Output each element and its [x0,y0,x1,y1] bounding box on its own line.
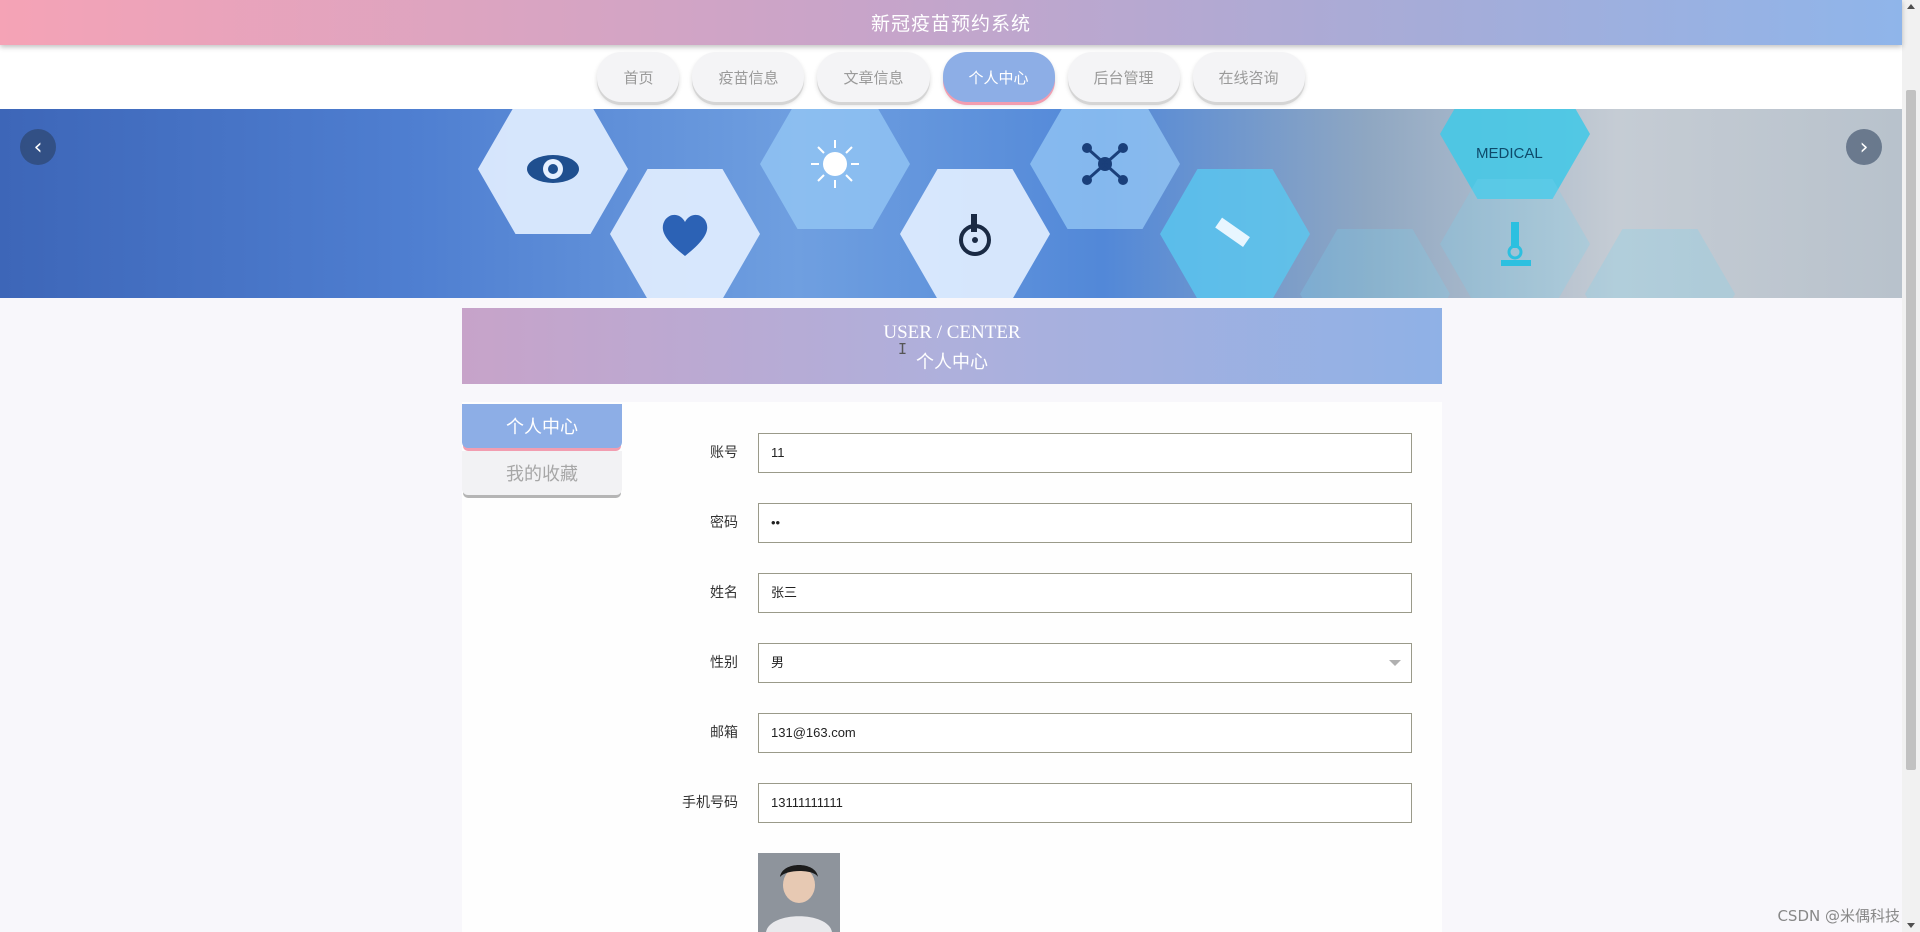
text-cursor-icon: I [898,340,908,358]
nav-item-admin[interactable]: 后台管理 [1067,52,1180,102]
account-field[interactable]: 11 [758,433,1412,473]
email-field[interactable]: 131@163.com [758,713,1412,753]
gender-select[interactable]: 男 [758,643,1412,683]
form-row-gender: 性别 男 [660,643,1412,683]
scroll-down-icon[interactable] [1907,923,1915,928]
email-label: 邮箱 [710,725,738,741]
section-title-en: USER / CENTER [883,322,1021,343]
name-label: 姓名 [710,585,738,601]
user-form: 账号 11 密码 •• 姓名 张三 性别 男 邮箱 131@163.com 手机… [660,433,1412,853]
form-row-email: 邮箱 131@163.com [660,713,1412,753]
scroll-up-icon[interactable] [1907,4,1915,9]
side-item-favorites[interactable]: 我的收藏 [462,451,622,495]
watermark: CSDN @米偶科技 [1777,907,1900,925]
form-row-password: 密码 •• [660,503,1412,543]
phone-label: 手机号码 [682,795,738,811]
avatar-image [758,853,840,932]
gender-label: 性别 [710,655,738,671]
eye-icon [478,109,628,234]
password-field[interactable]: •• [758,503,1412,543]
molecule-icon [1030,109,1180,229]
password-label: 密码 [710,515,738,531]
medical-label: MEDICAL [1476,145,1543,162]
main-nav: 首页 疫苗信息 文章信息 个人中心 后台管理 在线咨询 [0,45,1902,109]
account-label: 账号 [710,445,738,461]
gender-select-value: 男 [771,655,785,670]
heart-icon [610,169,760,298]
banner-carousel: MEDICAL [0,109,1902,298]
name-field[interactable]: 张三 [758,573,1412,613]
carousel-next-button[interactable]: › [1846,129,1882,165]
flask-icon [1300,229,1450,298]
site-title: 新冠疫苗预约系统 [870,13,1031,35]
scroll-thumb[interactable] [1906,90,1916,770]
section-title: USER / CENTER 个人中心 [462,308,1442,384]
scrollbar[interactable] [1902,0,1920,932]
wheelchair-icon [900,169,1050,298]
microscope-icon [1440,179,1590,298]
side-menu: 个人中心 我的收藏 [462,404,622,495]
avatar[interactable] [758,853,840,932]
virus-icon [760,109,910,229]
nav-item-articles[interactable]: 文章信息 [817,52,930,102]
form-row-phone: 手机号码 13111111111 [660,783,1412,823]
section-title-zh: 个人中心 [916,352,988,372]
carousel-prev-button[interactable]: ‹ [20,129,56,165]
nav-item-user-center[interactable]: 个人中心 [942,52,1055,102]
chevron-down-icon [1389,660,1401,666]
nav-item-home[interactable]: 首页 [597,52,680,102]
site-header: 新冠疫苗预约系统 [0,0,1902,45]
nav-item-vaccine-info[interactable]: 疫苗信息 [692,52,805,102]
lab-icon [1585,229,1735,298]
nav-item-consult[interactable]: 在线咨询 [1192,52,1305,102]
phone-field[interactable]: 13111111111 [758,783,1412,823]
form-row-name: 姓名 张三 [660,573,1412,613]
syringe-icon [1160,169,1310,298]
form-row-account: 账号 11 [660,433,1412,473]
side-item-user-center[interactable]: 个人中心 [462,404,622,448]
